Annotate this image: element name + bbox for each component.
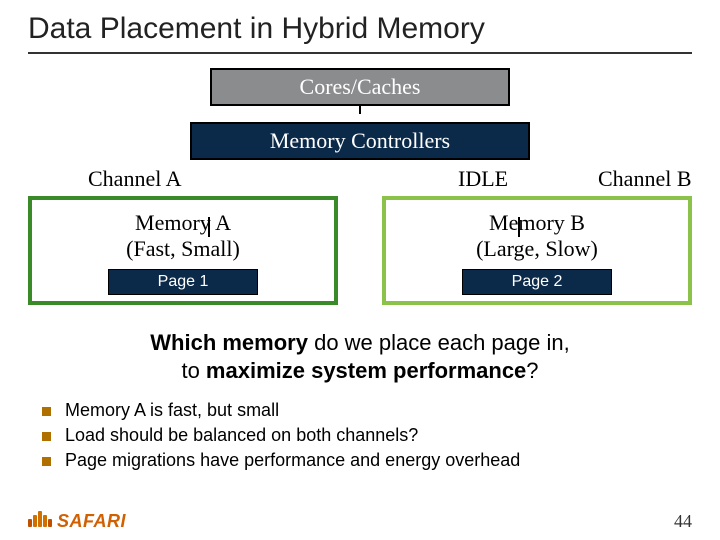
- safari-logo: SAFARI: [28, 511, 126, 532]
- memory-b-title: Memory B: [489, 210, 585, 235]
- memory-a-box: Memory A (Fast, Small) Page 1: [28, 196, 338, 305]
- page-number: 44: [674, 511, 692, 532]
- memory-a-subtitle: (Fast, Small): [126, 236, 240, 261]
- list-item: Load should be balanced on both channels…: [42, 425, 692, 446]
- memory-b-box: Memory B (Large, Slow) Page 2: [382, 196, 692, 305]
- bullet-icon: [42, 457, 51, 466]
- logo-text: SAFARI: [57, 511, 126, 532]
- channel-b-label: Channel B: [598, 166, 692, 192]
- page-2-box: Page 2: [462, 269, 612, 295]
- bullet-list: Memory A is fast, but small Load should …: [42, 400, 692, 471]
- hybrid-memory-diagram: Cores/Caches Memory Controllers Channel …: [28, 68, 692, 305]
- cores-caches-box: Cores/Caches: [210, 68, 510, 106]
- channel-a-label: Channel A: [88, 166, 182, 192]
- memory-a-title: Memory A: [135, 210, 231, 235]
- memory-controllers-box: Memory Controllers: [190, 122, 530, 160]
- bullet-text: Load should be balanced on both channels…: [65, 425, 418, 446]
- memory-b-subtitle: (Large, Slow): [476, 236, 598, 261]
- slide-title: Data Placement in Hybrid Memory: [28, 12, 692, 54]
- bullet-icon: [42, 407, 51, 416]
- list-item: Memory A is fast, but small: [42, 400, 692, 421]
- page-1-box: Page 1: [108, 269, 258, 295]
- bullet-text: Page migrations have performance and ene…: [65, 450, 520, 471]
- question-text: Which memory do we place each page in, t…: [28, 329, 692, 386]
- logo-bars-icon: [28, 511, 53, 532]
- question-strong-1: Which memory: [150, 330, 308, 355]
- list-item: Page migrations have performance and ene…: [42, 450, 692, 471]
- bullet-icon: [42, 432, 51, 441]
- connector-top: [359, 106, 361, 114]
- bullet-text: Memory A is fast, but small: [65, 400, 279, 421]
- question-strong-2: maximize system performance: [206, 358, 526, 383]
- idle-label: IDLE: [458, 166, 508, 192]
